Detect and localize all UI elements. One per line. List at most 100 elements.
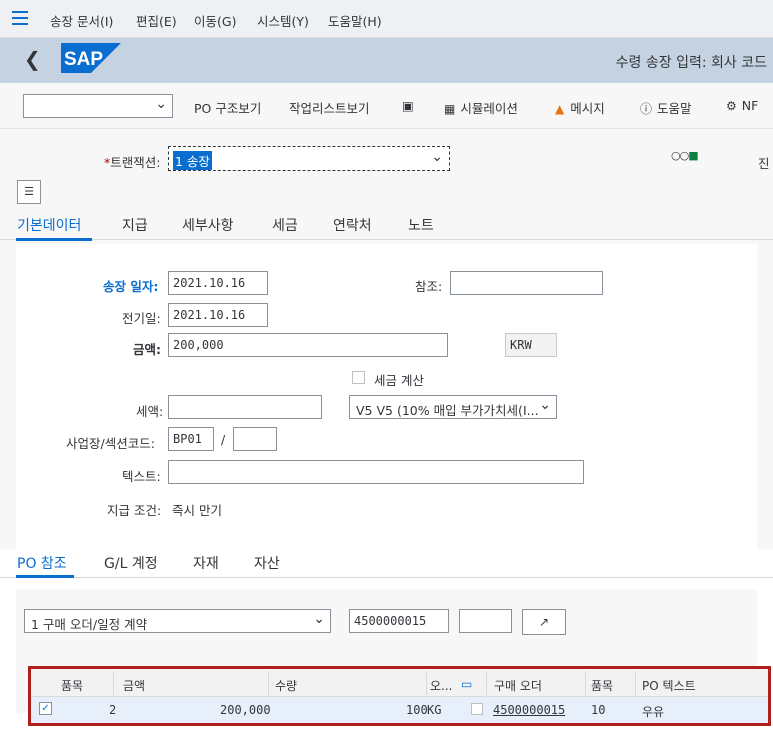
invoice-date-field[interactable]: 2021.10.16 bbox=[168, 271, 268, 295]
col-header-amount[interactable]: 금액 bbox=[123, 677, 145, 694]
column-separator bbox=[635, 671, 636, 695]
active-tab-indicator bbox=[16, 575, 74, 578]
po-item-field[interactable] bbox=[459, 609, 512, 633]
warning-icon: ▲ bbox=[555, 102, 565, 116]
shell-header: ❮ SAP 수령 송장 입력: 회사 코드 bbox=[0, 38, 773, 83]
menu-bar: 송장 문서(I) 편집(E) 이동(G) 시스템(Y) 도움말(H) bbox=[0, 0, 773, 38]
po-number-field[interactable]: 4500000015 bbox=[349, 609, 449, 633]
transaction-select[interactable]: 1 송장 ⌄ bbox=[168, 146, 450, 171]
table-header: 품목 금액 수량 오... ▭ 구매 오더 품목 PO 텍스트 bbox=[31, 669, 768, 697]
invoice-date-label: 송장 일자: bbox=[103, 279, 159, 294]
po-structure-button[interactable]: PO 구조보기 bbox=[194, 98, 261, 117]
info-icon: ⓘ bbox=[640, 102, 653, 116]
tab-details[interactable]: 세부사항 bbox=[182, 215, 234, 235]
transfer-button[interactable]: ↗ bbox=[522, 609, 566, 635]
text-field[interactable] bbox=[168, 460, 584, 484]
col-header-po[interactable]: 구매 오더 bbox=[494, 677, 542, 694]
chevron-down-icon: ⌄ bbox=[155, 96, 167, 112]
lower-tabs: PO 참조 G/L 계정 자재 자산 bbox=[0, 549, 773, 578]
hamburger-menu-icon[interactable] bbox=[12, 11, 28, 25]
col-header-item[interactable]: 품목 bbox=[61, 677, 83, 694]
menu-invoice-document[interactable]: 송장 문서(I) bbox=[50, 11, 113, 30]
basic-data-form: 송장 일자: 2021.10.16 참조: 전기일: 2021.10.16 금액… bbox=[16, 244, 757, 549]
toolbar: ⌄ PO 구조보기 작업리스트보기 ▣ ▦ 시뮬레이션 ▲ 메시지 ⓘ 도움말 ⚙ NF bbox=[0, 83, 773, 129]
menu-goto[interactable]: 이동(G) bbox=[194, 11, 236, 30]
col-header-unit[interactable]: 오... bbox=[430, 677, 452, 694]
sap-logo: SAP bbox=[61, 43, 121, 73]
tab-material[interactable]: 자재 bbox=[193, 553, 219, 573]
nf-button[interactable]: ⚙ NF bbox=[726, 98, 758, 113]
business-place-separator: / bbox=[221, 432, 226, 447]
tab-payment[interactable]: 지급 bbox=[122, 215, 148, 235]
chevron-down-icon: ⌄ bbox=[537, 397, 551, 413]
column-separator bbox=[268, 671, 269, 695]
cell-amount[interactable]: 200,000 bbox=[220, 703, 271, 717]
posting-date-field[interactable]: 2021.10.16 bbox=[168, 303, 268, 327]
chevron-down-icon: ⌄ bbox=[311, 611, 325, 627]
tax-code-select[interactable]: V5 V5 (10% 매입 부가가치세(I... ⌄ bbox=[349, 395, 557, 419]
tax-amount-field[interactable] bbox=[168, 395, 322, 419]
main-tabs: 기본데이터 지급 세부사항 세금 연락처 노트 bbox=[0, 209, 773, 241]
column-separator bbox=[426, 671, 427, 695]
tab-tax[interactable]: 세금 bbox=[272, 215, 298, 235]
row-select-checkbox[interactable]: ✓ bbox=[39, 702, 52, 715]
grid-icon: ▦ bbox=[444, 102, 456, 116]
tax-amount-label: 세액: bbox=[136, 404, 164, 419]
tab-asset[interactable]: 자산 bbox=[254, 553, 280, 573]
tab-po-reference[interactable]: PO 참조 bbox=[17, 553, 67, 573]
cell-po-text: 우유 bbox=[642, 705, 665, 719]
col-header-quantity[interactable]: 수량 bbox=[275, 677, 297, 694]
collapse-header-button[interactable]: ☰ bbox=[17, 180, 41, 204]
table-row[interactable]: ✓ 2 200,000 100 KG 4500000015 10 우유 bbox=[31, 697, 768, 723]
column-separator bbox=[585, 671, 586, 695]
menu-edit[interactable]: 편집(E) bbox=[136, 11, 177, 30]
text-label: 텍스트: bbox=[122, 469, 161, 484]
cell-item: 2 bbox=[109, 703, 117, 717]
section-code-field[interactable] bbox=[233, 427, 277, 451]
row-flag-checkbox[interactable] bbox=[471, 703, 483, 715]
column-separator bbox=[486, 671, 487, 695]
toolbar-dropdown[interactable]: ⌄ bbox=[23, 94, 173, 118]
cell-quantity[interactable]: 100 bbox=[406, 703, 428, 717]
back-chevron-left-icon[interactable]: ❮ bbox=[24, 48, 41, 70]
calculate-tax-checkbox[interactable] bbox=[352, 371, 365, 384]
amount-field[interactable]: 200,000 bbox=[168, 333, 448, 357]
tab-contact[interactable]: 연락처 bbox=[333, 215, 372, 235]
select-column-icon[interactable]: ▭ bbox=[461, 677, 472, 691]
svg-text:SAP: SAP bbox=[64, 49, 103, 70]
worklist-button[interactable]: 작업리스트보기 bbox=[289, 98, 370, 117]
calculate-tax-label: 세금 계산 bbox=[374, 373, 424, 388]
active-tab-indicator bbox=[16, 238, 92, 241]
posting-date-label: 전기일: bbox=[122, 311, 161, 326]
menu-system[interactable]: 시스템(Y) bbox=[257, 11, 309, 30]
col-header-po-item[interactable]: 품목 bbox=[591, 677, 613, 694]
tab-notes[interactable]: 노트 bbox=[408, 215, 434, 235]
cell-po-link[interactable]: 4500000015 bbox=[493, 703, 565, 717]
amount-label: 금액: bbox=[133, 342, 161, 357]
help-button[interactable]: ⓘ 도움말 bbox=[640, 98, 692, 117]
payment-terms-label: 지급 조건: bbox=[107, 503, 162, 518]
cell-po-item: 10 bbox=[591, 703, 606, 717]
export-icon[interactable]: ▣ bbox=[402, 98, 414, 113]
po-items-table: 품목 금액 수량 오... ▭ 구매 오더 품목 PO 텍스트 ✓ 2 200,… bbox=[28, 666, 771, 726]
tab-gl-account[interactable]: G/L 계정 bbox=[104, 553, 158, 573]
open-external-icon: ↗ bbox=[538, 615, 550, 629]
cell-unit: KG bbox=[427, 703, 442, 717]
menu-help[interactable]: 도움말(H) bbox=[328, 11, 382, 30]
tab-basic-data[interactable]: 기본데이터 bbox=[17, 215, 81, 235]
page-title: 수령 송장 입력: 회사 코드 bbox=[615, 55, 767, 71]
simulation-button[interactable]: ▦ 시뮬레이션 bbox=[444, 98, 518, 117]
header-area: *트랜잭션: 1 송장 ⌄ ○○■ 진 ☰ 기본데이터 지급 세부사항 세금 연… bbox=[0, 129, 773, 549]
status-lights-icon: ○○■ bbox=[671, 149, 699, 162]
settings-icon: ⚙ bbox=[726, 99, 737, 113]
business-place-label: 사업장/섹션코드: bbox=[66, 436, 155, 451]
column-separator bbox=[113, 671, 114, 695]
reference-field[interactable] bbox=[450, 271, 603, 295]
col-header-po-text[interactable]: PO 텍스트 bbox=[642, 677, 696, 694]
payment-terms-value: 즉시 만기 bbox=[172, 503, 222, 518]
transaction-label: *트랜잭션: bbox=[104, 155, 161, 170]
business-place-field[interactable]: BP01 bbox=[168, 427, 214, 451]
message-button[interactable]: ▲ 메시지 bbox=[555, 98, 605, 117]
reference-type-select[interactable]: 1 구매 오더/일정 계약 ⌄ bbox=[24, 609, 331, 633]
currency-field: KRW bbox=[505, 333, 557, 357]
